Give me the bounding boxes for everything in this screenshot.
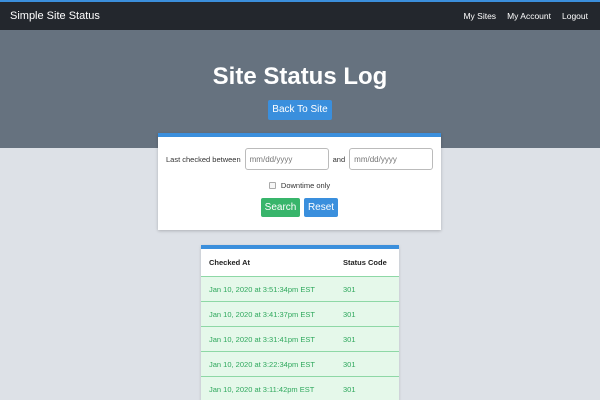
- table-row: Jan 10, 2020 at 3:51:34pm EST 301: [201, 276, 399, 301]
- status-log-table: Checked At Status Code Jan 10, 2020 at 3…: [201, 245, 399, 400]
- column-header-status-code: Status Code: [343, 258, 387, 267]
- top-navbar: Simple Site Status My Sites My Account L…: [0, 0, 600, 30]
- filter-card: Last checked between and Downtime only S…: [158, 133, 441, 230]
- downtime-row: Downtime only: [158, 179, 441, 191]
- cell-checked-at: Jan 10, 2020 at 3:22:34pm EST: [209, 360, 315, 369]
- cell-status-code: 301: [343, 285, 356, 294]
- nav-links: My Sites My Account Logout: [463, 11, 588, 21]
- cell-checked-at: Jan 10, 2020 at 3:31:41pm EST: [209, 335, 315, 344]
- column-header-checked-at: Checked At: [209, 258, 250, 267]
- page-title: Site Status Log: [212, 63, 388, 90]
- cell-status-code: 301: [343, 335, 356, 344]
- cell-checked-at: Jan 10, 2020 at 3:51:34pm EST: [209, 285, 315, 294]
- table-row: Jan 10, 2020 at 3:41:37pm EST 301: [201, 301, 399, 326]
- downtime-checkbox[interactable]: [268, 181, 276, 189]
- table-row: Jan 10, 2020 at 3:11:42pm EST 301: [201, 376, 399, 400]
- cell-status-code: 301: [343, 385, 356, 394]
- cell-status-code: 301: [343, 360, 356, 369]
- between-label: Last checked between: [166, 154, 241, 164]
- nav-my-account[interactable]: My Account: [507, 11, 551, 21]
- table-body: Jan 10, 2020 at 3:51:34pm EST 301 Jan 10…: [201, 276, 399, 400]
- table-row: Jan 10, 2020 at 3:31:41pm EST 301: [201, 326, 399, 351]
- start-date-input[interactable]: [244, 148, 329, 170]
- table-header: Checked At Status Code: [201, 249, 399, 276]
- cell-checked-at: Jan 10, 2020 at 3:41:37pm EST: [209, 310, 315, 319]
- date-range-row: Last checked between and: [158, 148, 441, 170]
- cell-status-code: 301: [343, 310, 356, 319]
- end-date-input[interactable]: [349, 148, 434, 170]
- nav-logout[interactable]: Logout: [562, 11, 588, 21]
- nav-my-sites[interactable]: My Sites: [463, 11, 496, 21]
- reset-button[interactable]: Reset: [304, 198, 338, 217]
- brand-link[interactable]: Simple Site Status: [10, 10, 100, 22]
- back-to-site-button[interactable]: Back To Site: [268, 100, 332, 120]
- cell-checked-at: Jan 10, 2020 at 3:11:42pm EST: [209, 385, 315, 394]
- downtime-label[interactable]: Downtime only: [281, 181, 330, 190]
- page-header: Site Status Log Back To Site: [0, 30, 600, 148]
- and-label: and: [332, 154, 346, 164]
- filter-buttons: Search Reset: [261, 198, 338, 217]
- search-button[interactable]: Search: [261, 198, 300, 217]
- table-row: Jan 10, 2020 at 3:22:34pm EST 301: [201, 351, 399, 376]
